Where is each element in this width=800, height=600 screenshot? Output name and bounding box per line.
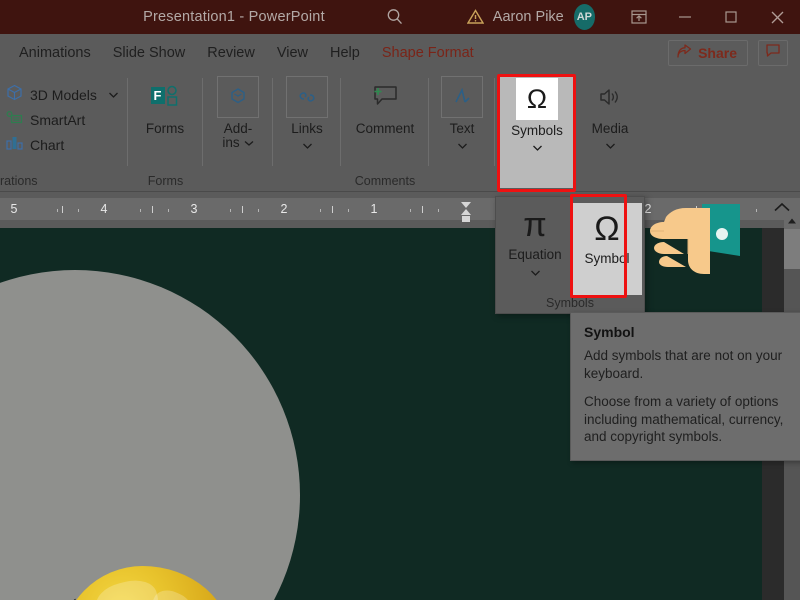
warning-triangle-icon[interactable] [467,8,484,26]
text-box-icon [441,76,483,118]
pi-icon: π [523,203,546,247]
ruler-number-3: 3 [191,202,198,216]
comment-button[interactable]: Comment [353,76,417,136]
ribbon-group-illustrations: 3D Models SmartArt [0,72,128,192]
links-button[interactable]: Links [275,76,339,155]
group-label-symbols: Symbols [496,296,644,310]
addins-hexagon-icon [217,76,259,118]
ruler-number-2: 2 [281,202,288,216]
symbols-button[interactable]: Ω Symbols [499,76,575,188]
tooltip-paragraph-2: Choose from a variety of options includi… [584,393,800,446]
chevron-down-icon[interactable] [244,136,254,150]
comment-label: Comment [356,122,415,136]
symbol-tooltip: Symbol Add symbols that are not on your … [570,312,800,461]
forms-button[interactable]: F Forms [133,76,197,136]
ribbon-group-links: Links [273,72,341,192]
tab-review[interactable]: Review [196,34,266,72]
group-label-illustrations: rations [0,174,128,188]
ribbon-group-forms: F Forms Forms [128,72,203,192]
symbols-dropdown-panel: π Equation Ω Symbol Symbols [495,196,645,314]
link-chain-icon [286,76,328,118]
share-button[interactable]: Share [668,40,748,66]
3d-models-label: 3D Models [30,87,97,103]
ribbon-display-options-icon[interactable] [616,0,662,34]
bar-chart-icon [6,134,23,156]
ribbon-group-media: Media [575,72,645,192]
tab-view[interactable]: View [266,34,319,72]
pi-glyph: π [523,208,546,242]
comments-pane-button[interactable] [758,40,788,66]
symbol-label: Symbol [584,251,629,266]
chart-label: Chart [30,137,64,153]
ribbon-group-text: Text [429,72,495,192]
omega-icon: Ω [594,207,619,251]
chevron-down-icon[interactable] [532,139,543,157]
tab-help[interactable]: Help [319,34,371,72]
document-title: Presentation1 - PowerPoint [143,9,325,25]
tab-shape-format[interactable]: Shape Format [371,34,485,72]
omega-glyph: Ω [527,86,547,113]
share-label: Share [698,45,737,61]
speaker-media-icon [589,76,631,118]
scrollbar-thumb[interactable] [784,229,800,269]
ribbon-body: 3D Models SmartArt [0,72,800,192]
links-label: Links [291,122,323,136]
smartart-button[interactable]: SmartArt [4,107,119,132]
addins-label-line2: ins [222,136,239,150]
addins-button[interactable]: Add- ins [206,76,270,150]
powerpoint-window: Presentation1 - PowerPoint Aaron Pike AP [0,0,800,600]
pointing-hand-cursor [640,198,750,290]
comment-bubble-icon [765,43,781,63]
symbols-label: Symbols [511,124,563,138]
text-button[interactable]: Text [430,76,494,155]
decorative-circle-shape[interactable] [0,270,300,600]
text-label: Text [450,122,475,136]
close-button[interactable] [754,0,800,34]
ruler-number-4: 4 [101,202,108,216]
new-comment-icon [364,76,406,118]
cube-3d-icon [6,84,23,106]
equation-label: Equation [508,247,561,262]
search-icon[interactable] [385,6,405,28]
smartart-label: SmartArt [30,112,85,128]
addins-label-line1: Add- [224,122,253,136]
tooltip-title: Symbol [584,324,800,340]
equation-button[interactable]: π Equation [500,203,570,282]
avatar[interactable]: AP [574,4,595,30]
chevron-down-icon[interactable] [108,86,119,104]
group-label-comments: Comments [341,174,429,188]
omega-glyph: Ω [594,212,619,246]
chevron-down-icon[interactable] [302,137,313,155]
chevron-down-icon[interactable] [605,137,616,155]
minimize-button[interactable] [662,0,708,34]
ruler-number-5: 5 [11,202,18,216]
tab-slide-show[interactable]: Slide Show [102,34,197,72]
title-bar: Presentation1 - PowerPoint Aaron Pike AP [0,0,800,34]
forms-label: Forms [146,122,184,136]
tab-animations[interactable]: Animations [8,34,102,72]
ribbon-group-comments: Comment Comments [341,72,429,192]
3d-models-button[interactable]: 3D Models [4,82,119,107]
group-label-forms: Forms [128,174,203,188]
scroll-up-arrow-icon[interactable] [784,212,800,229]
forms-icon: F [144,76,186,118]
omega-icon: Ω [516,78,558,120]
chevron-down-icon[interactable] [530,264,541,282]
ribbon-group-addins: Add- ins [203,72,273,192]
media-button[interactable]: Media [578,76,642,155]
svg-text:F: F [154,88,162,103]
ruler-number-1: 1 [371,202,378,216]
chevron-down-icon[interactable] [457,137,468,155]
smartart-icon [6,109,23,131]
user-name[interactable]: Aaron Pike [493,9,564,25]
share-icon [676,44,692,62]
media-label: Media [592,122,629,136]
chart-button[interactable]: Chart [4,132,119,157]
maximize-button[interactable] [708,0,754,34]
ribbon-tab-bar: Animations Slide Show Review View Help S… [0,34,800,72]
tooltip-paragraph-1: Add symbols that are not on your keyboar… [584,347,800,382]
indent-marker-icon[interactable] [458,200,474,228]
symbol-button[interactable]: Ω Symbol [572,203,642,295]
